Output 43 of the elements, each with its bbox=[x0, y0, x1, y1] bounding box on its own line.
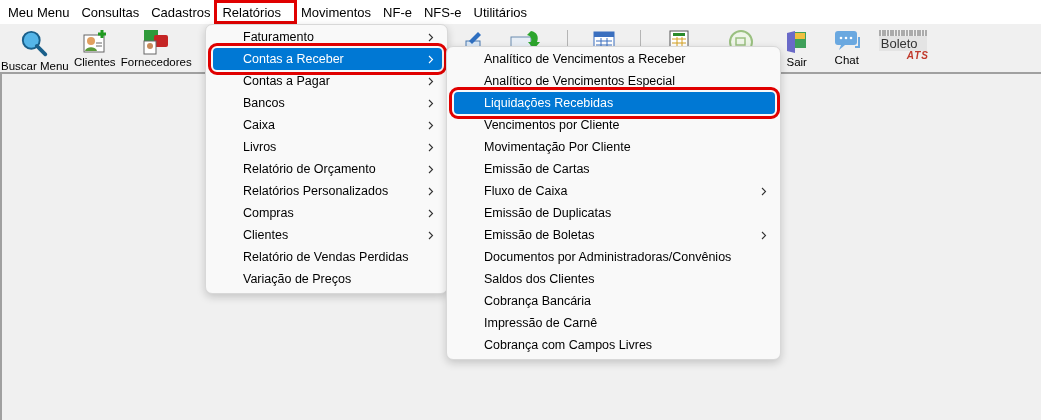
menu-item[interactable]: Emissão de Boletas bbox=[454, 224, 775, 246]
menu-bar-item[interactable]: Utilitários bbox=[467, 2, 533, 22]
barcode-icon bbox=[878, 30, 927, 36]
menu-item[interactable]: Analítico de Vencimentos Especial bbox=[454, 70, 775, 92]
menu-bar-item[interactable]: NFS-e bbox=[418, 2, 468, 22]
menu-item[interactable]: Contas a Pagar bbox=[213, 70, 442, 92]
menu-item[interactable]: Bancos bbox=[213, 92, 442, 114]
menu-item[interactable]: Compras bbox=[213, 202, 442, 224]
menu-item[interactable]: Clientes bbox=[213, 224, 442, 246]
menu-bar-item[interactable]: Consultas bbox=[75, 2, 146, 22]
menu-item[interactable]: Vencimentos por Cliente bbox=[454, 114, 775, 136]
menu-bar-item[interactable]: Relatórios bbox=[216, 2, 295, 22]
menu-item[interactable]: Cobrança Bancária bbox=[454, 290, 775, 312]
toolbar-button-label[interactable]: Chat bbox=[834, 54, 859, 66]
menu-item[interactable]: Relatório de Orçamento bbox=[213, 158, 442, 180]
toolbar-button-label[interactable]: Clientes bbox=[74, 56, 116, 68]
menu-item[interactable]: Relatório de Vendas Perdidas bbox=[213, 246, 442, 268]
logo-subtext: ATS bbox=[906, 51, 929, 61]
toolbar-button-label[interactable]: Sair bbox=[786, 56, 807, 68]
toolbar-button-label[interactable]: Fornecedores bbox=[120, 56, 192, 68]
chat-bubble-icon bbox=[832, 29, 861, 53]
menu-item[interactable]: Faturamento bbox=[213, 26, 442, 48]
menu-bar-item[interactable]: Cadastros bbox=[145, 2, 217, 22]
menu-bar-item[interactable]: Meu Menu bbox=[2, 2, 76, 22]
menu-item[interactable]: Caixa bbox=[213, 114, 442, 136]
menu-item[interactable]: Analítico de Vencimentos a Receber bbox=[454, 48, 775, 70]
contact-card-icon bbox=[81, 29, 108, 55]
door-icon bbox=[784, 29, 809, 55]
menu-item[interactable]: Impressão de Carnê bbox=[454, 312, 775, 334]
menu-bar-item[interactable]: NF-e bbox=[377, 2, 418, 22]
menu-item[interactable]: Livros bbox=[213, 136, 442, 158]
menu-item[interactable]: Fluxo de Caixa bbox=[454, 180, 775, 202]
logo-text: Boleto bbox=[878, 36, 927, 51]
menu-item[interactable]: Emissão de Duplicatas bbox=[454, 202, 775, 224]
menu-item[interactable]: Emissão de Cartas bbox=[454, 158, 775, 180]
menu-item[interactable]: Movimentação Por Cliente bbox=[454, 136, 775, 158]
menu-item[interactable]: Documentos por Administradoras/Convênios bbox=[454, 246, 775, 268]
menu-item[interactable]: Cobrança com Campos Livres bbox=[454, 334, 775, 356]
menu-item[interactable]: Relatórios Personalizados bbox=[213, 180, 442, 202]
toolbar-button-label[interactable]: Buscar Menu bbox=[1, 60, 69, 72]
menu-item[interactable]: Variação de Preços bbox=[213, 268, 442, 290]
menu-bar-item[interactable]: Movimentos bbox=[295, 2, 378, 22]
menu-item[interactable]: Saldos dos Clientes bbox=[454, 268, 775, 290]
